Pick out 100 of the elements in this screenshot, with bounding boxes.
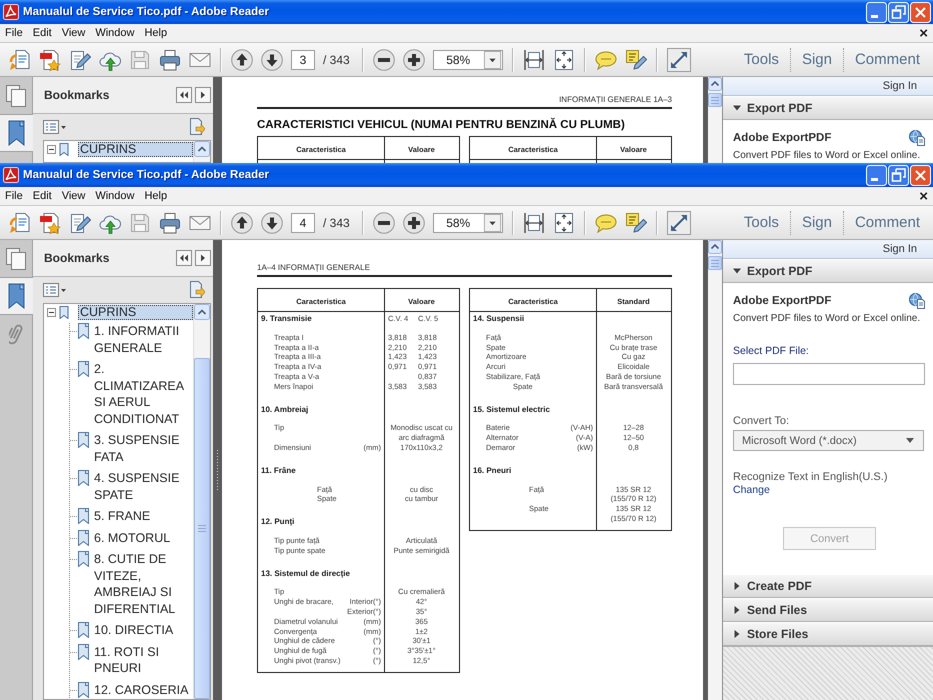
file-input-field[interactable] [733,363,925,385]
bookmark-item[interactable]: 5. FRANE [94,508,150,524]
menu-item[interactable]: Window [95,27,134,39]
bookmark-item[interactable]: 11. ROTI SI PNEURI [94,644,193,676]
fit-page-icon[interactable] [552,48,575,70]
pdf-star-icon[interactable] [39,212,61,234]
minus-box-icon[interactable] [47,308,56,316]
list-options-icon[interactable] [43,120,67,134]
scrollbar[interactable] [708,77,722,163]
bookmark-item[interactable]: 6. MOTORUL [94,530,170,546]
menu-item[interactable]: Help [144,190,168,202]
scrollbar[interactable] [708,240,722,700]
sign-in-link[interactable]: Sign In [882,80,917,92]
scrollbar[interactable] [193,141,210,162]
task-pane-button[interactable]: Tools [732,47,790,72]
close-icon[interactable] [910,2,931,22]
panel-header[interactable]: Store Files [723,622,933,646]
bookmark-item[interactable]: 1. INFORMATII GENERALE [94,323,193,356]
scrollbar-thumb[interactable] [708,93,722,107]
triangle-right-icon[interactable] [195,87,211,103]
bookmark-item[interactable]: CUPRINS [78,142,193,156]
expand-arrows-icon[interactable] [666,210,691,234]
highlight-pen-icon[interactable] [624,48,647,70]
zoom-out-icon[interactable] [372,212,395,234]
caret-icon[interactable] [482,214,502,232]
sign-in-link[interactable]: Sign In [882,243,917,255]
pencil-document-icon[interactable] [69,212,91,234]
scroll-up-icon[interactable] [194,304,210,320]
print-icon[interactable] [159,48,181,70]
grip-icon [216,450,219,490]
task-pane-button[interactable]: Tools [732,210,790,235]
double-arrow-left-icon[interactable] [176,250,192,266]
bookmark-item[interactable]: 4. SUSPENSIE SPATE [94,470,193,503]
menu-item[interactable]: View [62,27,86,39]
menu-item[interactable]: Window [95,190,134,202]
bookmark-item[interactable]: 12. CAROSERIA [94,682,188,698]
menu-item[interactable]: View [62,190,86,202]
close-button[interactable]: × [919,188,928,204]
minimize-icon[interactable] [866,2,887,22]
fit-page-icon[interactable] [552,212,575,234]
scroll-up-icon[interactable] [708,240,722,254]
arrow-down-icon[interactable] [261,212,283,234]
bookmark-item[interactable]: 10. DIRECTIA [94,622,174,638]
minus-box-icon[interactable] [47,144,56,154]
panel-header[interactable]: Create PDF [723,574,933,598]
pencil-document-icon[interactable] [69,48,91,70]
fit-width-icon[interactable] [522,48,545,70]
menu-item[interactable]: File [5,27,23,39]
task-pane-button[interactable]: Comment [844,47,931,72]
highlight-pen-icon[interactable] [624,212,647,234]
arrow-down-icon[interactable] [261,48,283,70]
comment-icon[interactable] [594,48,617,70]
caret-icon[interactable] [482,50,502,68]
close-button[interactable]: × [919,26,928,40]
menu-item[interactable]: File [5,190,23,202]
comment-icon[interactable] [594,212,617,234]
panel-header[interactable]: Send Files [723,598,933,622]
panel-header[interactable]: Export PDF [723,259,933,283]
double-arrow-left-icon[interactable] [176,87,192,103]
triangle-right-icon[interactable] [195,250,211,266]
page-number-field[interactable]: 4 [291,212,315,232]
arrow-up-icon[interactable] [231,48,253,70]
bookmark-item[interactable]: 3. SUSPENSIE FATA [94,432,193,465]
task-pane-button[interactable]: Sign [790,210,843,235]
zoom-in-icon[interactable] [402,48,425,70]
scroll-up-icon[interactable] [708,77,722,91]
task-pane-button[interactable]: Comment [844,210,931,235]
bookmark-item[interactable]: 8. CUTIE DE VITEZE, AMBREIAJ SI DIFERENTIAL [94,551,193,617]
minimize-icon[interactable] [866,164,887,186]
page-number-field[interactable]: 3 [291,50,315,70]
zoom-out-icon[interactable] [372,48,395,70]
menu-item[interactable]: Edit [32,190,52,202]
bookmark-item[interactable]: CUPRINS [78,304,193,320]
restore-icon[interactable] [888,164,909,186]
scrollbar[interactable] [193,304,210,699]
sidebar-tab[interactable] [0,114,33,152]
scrollbar-thumb[interactable] [708,256,722,270]
expand-arrows-icon[interactable] [666,48,691,72]
restore-icon[interactable] [888,2,909,22]
menu-item[interactable]: Help [144,27,168,39]
panel-header[interactable]: Export PDF [723,96,933,120]
scrollbar-thumb[interactable] [194,358,210,699]
print-icon[interactable] [159,212,181,234]
format-dropdown[interactable]: Microsoft Word (*.docx) [733,430,924,451]
fit-width-icon[interactable] [522,212,545,234]
bookmark-item[interactable]: 2. CLIMATIZAREA SI AERUL CONDITIONAT [94,361,193,427]
menu-item[interactable]: Edit [32,27,52,39]
zoom-dropdown[interactable]: 58% [432,212,503,232]
arrow-up-icon[interactable] [231,212,253,234]
close-icon[interactable] [910,164,931,186]
document-arrow-icon[interactable] [9,48,31,70]
task-pane-button[interactable]: Sign [790,47,843,72]
document-arrow-icon[interactable] [9,212,31,234]
scroll-up-icon[interactable] [194,141,210,157]
pdf-star-icon[interactable] [39,48,61,70]
list-options-icon[interactable] [43,283,67,297]
zoom-dropdown[interactable]: 58% [432,50,503,70]
sidebar-tab[interactable] [0,277,33,315]
change-link[interactable]: Change [733,484,770,496]
zoom-in-icon[interactable] [402,212,425,234]
